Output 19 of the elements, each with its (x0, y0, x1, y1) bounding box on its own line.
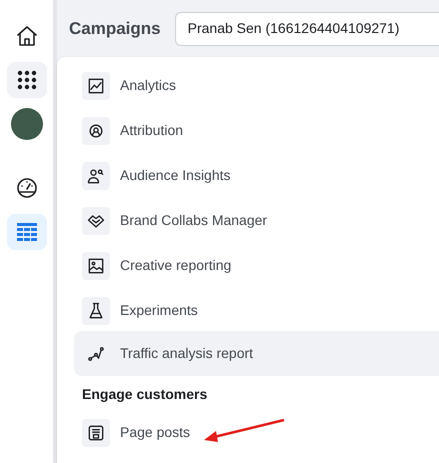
grid-icon (16, 70, 36, 90)
post-list-icon (86, 422, 106, 442)
avatar (10, 108, 42, 140)
menu-item[interactable]: Analytics (74, 63, 439, 108)
rail-button[interactable] (6, 62, 46, 98)
menu-item[interactable]: Traffic analysis report (74, 331, 439, 376)
page-title: Campaigns (69, 18, 161, 40)
menu-item[interactable]: Attribution (74, 108, 439, 153)
image-icon (86, 256, 106, 276)
menu-item[interactable]: Page posts (74, 410, 439, 455)
menu-item[interactable]: Creative reporting (74, 243, 439, 288)
menu-item[interactable]: Brand Collabs Manager (74, 198, 439, 243)
table-icon (14, 220, 38, 244)
account-select[interactable]: Pranab Sen (1661264404109271) (174, 12, 439, 46)
gauge-icon (14, 176, 38, 200)
home-icon (14, 24, 38, 48)
menu-item[interactable]: Audience Insights (74, 153, 439, 198)
section-heading: Engage customers (81, 384, 208, 404)
chart-icon (86, 76, 106, 96)
